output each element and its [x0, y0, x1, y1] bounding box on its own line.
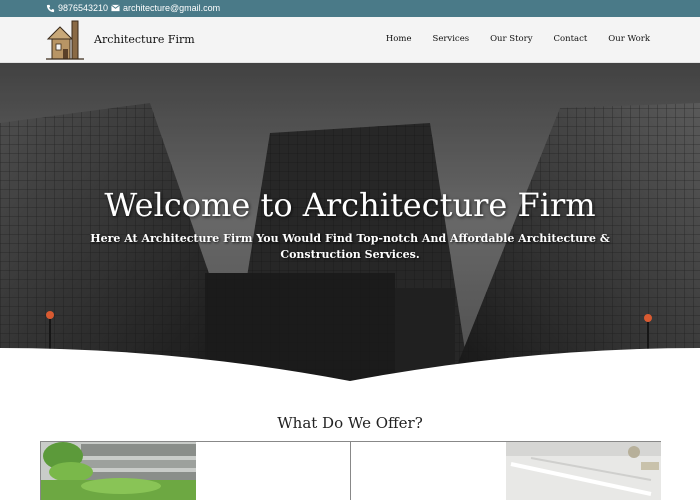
nav-home[interactable]: Home: [386, 34, 412, 44]
interior-ceiling-image: [506, 442, 661, 500]
hero-title: Welcome to Architecture Firm: [104, 186, 596, 224]
nav-our-story[interactable]: Our Story: [490, 34, 532, 44]
phone-number: 9876543210: [58, 3, 109, 13]
email-address: architecture@gmail.com: [123, 3, 221, 13]
email-contact[interactable]: architecture@gmail.com: [111, 3, 220, 13]
offer-card-interior[interactable]: [351, 442, 661, 500]
offer-cards: [40, 441, 661, 500]
envelope-icon: [111, 4, 120, 12]
house-logo[interactable]: [44, 19, 86, 61]
site-header: Architecture Firm Home Services Our Stor…: [0, 17, 700, 63]
phone-contact[interactable]: 9876543210: [46, 3, 108, 13]
green-building-image: [41, 442, 196, 500]
contact-bar: 9876543210 architecture@gmail.com: [0, 0, 700, 17]
hero-subtitle: Here At Architecture Firm You Would Find…: [90, 232, 610, 261]
offer-card-green-building[interactable]: [41, 442, 351, 500]
brand-name[interactable]: Architecture Firm: [94, 33, 195, 46]
nav-our-work[interactable]: Our Work: [608, 34, 650, 44]
hero-section: Welcome to Architecture Firm Here At Arc…: [0, 63, 700, 383]
offer-heading: What Do We Offer?: [277, 414, 423, 432]
nav-services[interactable]: Services: [433, 34, 470, 44]
nav-contact[interactable]: Contact: [554, 34, 588, 44]
phone-icon: [46, 4, 55, 12]
main-nav: Home Services Our Story Contact Our Work: [386, 34, 650, 44]
